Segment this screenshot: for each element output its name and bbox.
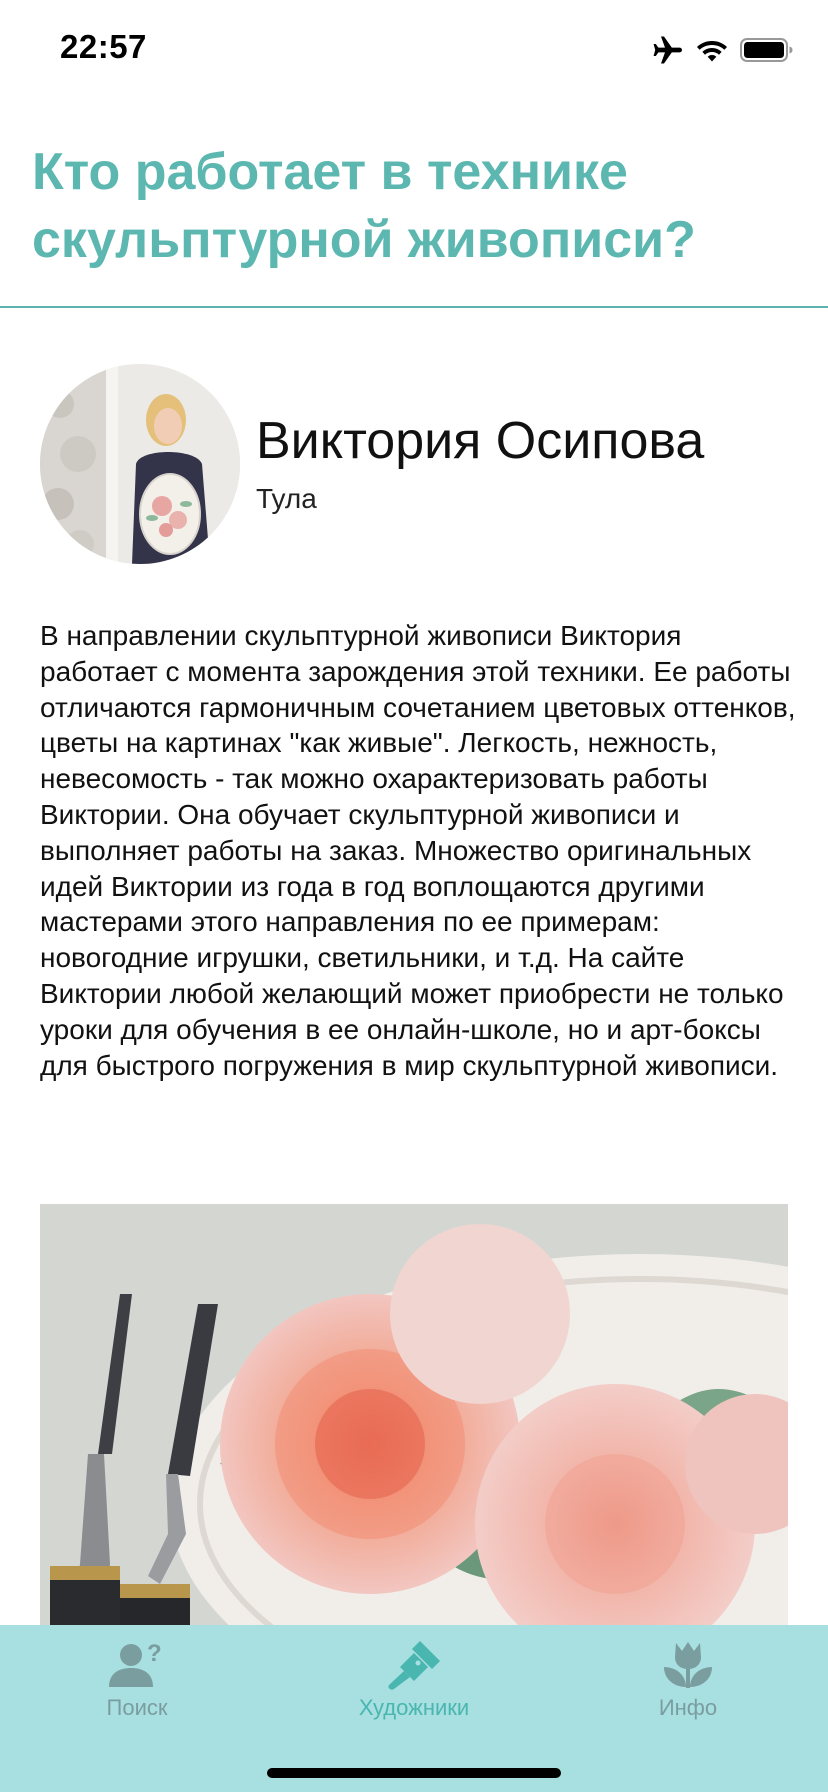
artist-bio: В направлении скульптурной живописи Викт… xyxy=(40,620,796,1081)
artist-detail-content[interactable]: Виктория Осипова Тула В направлении скул… xyxy=(0,310,828,1625)
wifi-icon xyxy=(697,41,727,62)
tab-artists[interactable]: Художники xyxy=(314,1639,514,1749)
tab-search[interactable]: ? Поиск xyxy=(37,1639,237,1749)
tab-info[interactable]: Инфо xyxy=(588,1639,788,1749)
header: Кто работает в технике скульптурной живо… xyxy=(0,100,828,308)
page-title: Кто работает в технике скульптурной живо… xyxy=(32,143,696,269)
artist-avatar xyxy=(40,364,240,564)
tab-label: Поиск xyxy=(106,1695,168,1720)
home-indicator[interactable] xyxy=(267,1768,561,1778)
brush-icon xyxy=(388,1641,440,1690)
artist-photo xyxy=(40,364,240,564)
tab-label: Инфо xyxy=(658,1695,718,1720)
airplane-icon xyxy=(653,36,682,64)
tulip-icon xyxy=(664,1642,712,1688)
tab-label: Художники xyxy=(358,1695,470,1720)
status-time: 22:57 xyxy=(60,28,147,65)
svg-text:?: ? xyxy=(147,1640,162,1667)
status-bar: 22:57 xyxy=(0,0,828,100)
person-question-icon: ? xyxy=(109,1640,162,1687)
artist-name: Виктория Осипова xyxy=(256,412,705,470)
artwork-photo xyxy=(40,1204,788,1625)
battery-icon xyxy=(740,38,793,62)
artist-city: Тула xyxy=(256,483,317,514)
status-icons xyxy=(652,34,794,66)
tab-bar: ? Поиск Художники Инфо xyxy=(0,1625,828,1792)
artwork-image xyxy=(40,1204,788,1625)
